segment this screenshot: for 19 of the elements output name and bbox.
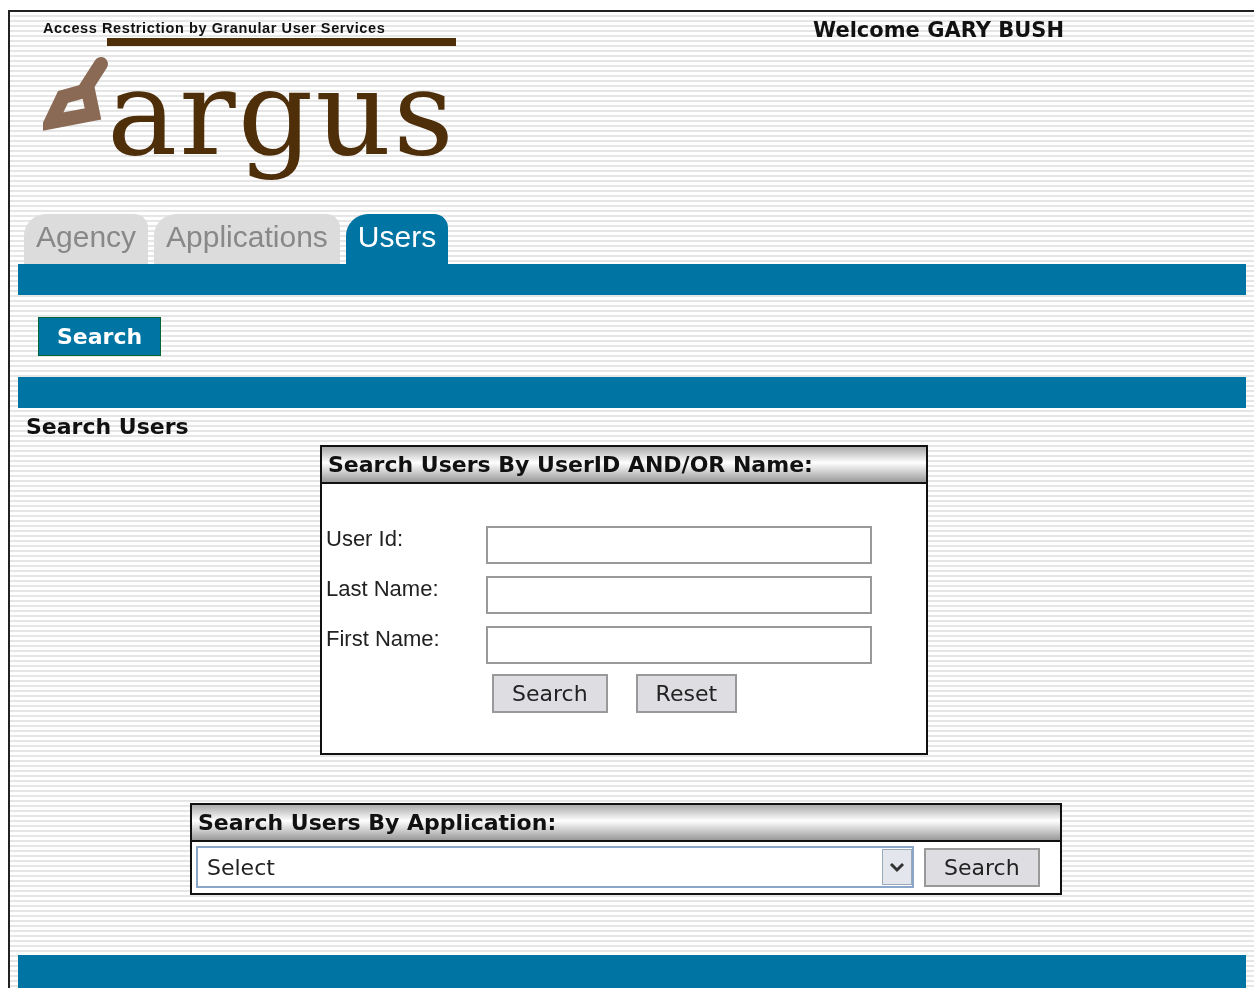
search-button[interactable]: Search: [492, 674, 608, 713]
field-label: First Name:: [326, 626, 441, 653]
select-dropdown[interactable]: Select: [196, 846, 914, 888]
logo: argus: [107, 38, 456, 180]
search-nav-button[interactable]: Search: [38, 316, 162, 356]
panel-title: Search Users By UserID AND/OR Name:: [322, 447, 926, 484]
input-field[interactable]: [486, 526, 872, 564]
page-title: Search Users: [25, 413, 190, 439]
tab[interactable]: Users: [345, 214, 449, 264]
reset-button[interactable]: Reset: [635, 674, 738, 713]
input-field[interactable]: [486, 626, 872, 664]
field-label: Last Name:: [326, 576, 440, 603]
chevron-down-icon: [882, 849, 912, 885]
welcome-text: Welcome GARY BUSH: [812, 17, 1064, 44]
tagline: Access Restriction by Granular User Services: [43, 19, 386, 36]
search-button[interactable]: Search: [924, 847, 1040, 887]
input-field[interactable]: [486, 576, 872, 614]
panel-title: Search Users By Application:: [192, 805, 1060, 842]
field-label: User Id:: [326, 526, 405, 553]
